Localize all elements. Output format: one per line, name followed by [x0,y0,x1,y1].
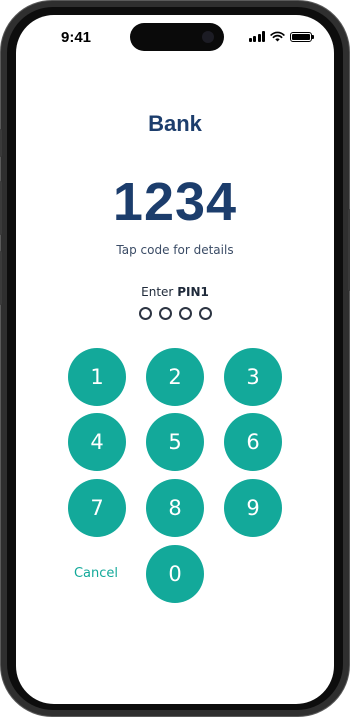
key-3-button[interactable]: 3 [224,348,282,406]
cellular-signal-icon [248,31,265,42]
screen: 9:41 Bank 1234 Tap code for details Ente… [16,15,334,704]
dynamic-island [130,23,224,51]
pin-dot [178,307,192,320]
wifi-icon [270,31,285,42]
pin-dots [16,307,334,320]
volume-up-button [0,181,2,235]
pin-prompt-prefix: Enter [141,285,178,299]
volume-down-button [0,251,2,305]
code-display[interactable]: 1234 [16,175,334,229]
key-2-button[interactable]: 2 [146,348,204,406]
pin-dot [158,307,172,320]
status-icons [248,31,314,42]
key-6-button[interactable]: 6 [224,413,282,471]
key-4-button[interactable]: 4 [68,413,126,471]
status-time: 9:41 [61,29,92,46]
key-0-button[interactable]: 0 [146,545,204,603]
pin-prompt: Enter PIN1 [16,285,334,299]
camera-icon [202,31,214,43]
tap-hint: Tap code for details [116,243,234,257]
key-9-button[interactable]: 9 [224,479,282,537]
key-1-button[interactable]: 1 [68,348,126,406]
battery-icon [290,31,314,42]
page-title: Bank [148,111,202,136]
key-8-button[interactable]: 8 [146,479,204,537]
pin-dot [138,307,152,320]
cancel-button[interactable]: Cancel [66,566,126,581]
pin-prompt-strong: PIN1 [177,285,209,299]
mute-switch [0,129,2,157]
key-5-button[interactable]: 5 [146,413,204,471]
key-7-button[interactable]: 7 [68,479,126,537]
pin-dot [198,307,212,320]
phone-frame: 9:41 Bank 1234 Tap code for details Ente… [0,0,350,717]
